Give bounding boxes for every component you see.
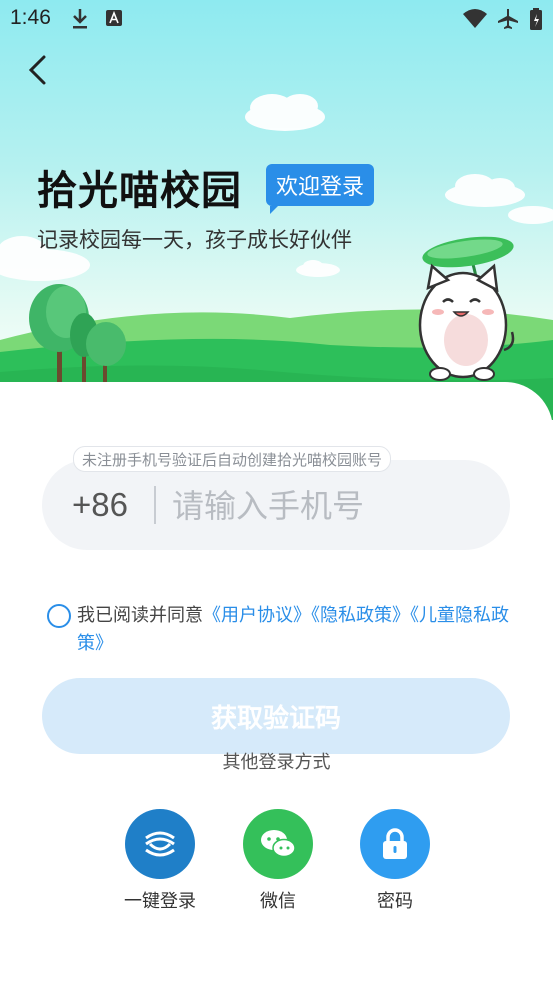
china-mobile-icon[interactable]	[125, 809, 195, 879]
register-hint: 未注册手机号验证后自动创建拾光喵校园账号	[73, 446, 392, 472]
user-agreement-link[interactable]: 《用户协议》	[203, 605, 311, 626]
agreement-prefix: 我已阅读并同意	[77, 605, 203, 626]
lock-icon[interactable]	[360, 809, 430, 879]
battery-icon	[529, 7, 543, 36]
airplane-icon	[496, 7, 520, 36]
font-app-icon	[104, 7, 124, 34]
other-login-label: 其他登录方式	[222, 752, 331, 773]
password-login-label: 密码	[377, 891, 413, 912]
chevron-left-icon	[28, 55, 46, 85]
download-icon	[70, 7, 90, 36]
status-time: 1:46	[10, 6, 51, 29]
app-subtitle: 记录校园每一天，孩子成长好伙伴	[37, 228, 352, 252]
wifi-icon	[462, 7, 488, 36]
privacy-policy-link[interactable]: 《隐私政策》	[311, 605, 410, 626]
one-click-login-option[interactable]: 一键登录	[110, 809, 210, 913]
agreement-checkbox[interactable]	[47, 604, 71, 628]
wechat-login-option[interactable]: 微信	[228, 809, 328, 913]
agreement-text: 我已阅读并同意《用户协议》《隐私政策》《儿童隐私政策》	[77, 602, 517, 658]
phone-input[interactable]	[170, 478, 494, 534]
password-login-option[interactable]: 密码	[345, 809, 445, 913]
country-code[interactable]: +86	[72, 486, 128, 524]
status-bar: 1:46	[0, 0, 553, 38]
back-button[interactable]	[20, 52, 56, 88]
welcome-badge: 欢迎登录	[266, 164, 375, 214]
app-title: 拾光喵校园	[37, 168, 242, 214]
phone-field[interactable]: +86	[42, 460, 510, 550]
hero-banner: 1:46 拾光喵校园 欢迎登录 记录校园每一天，孩子成长好伙伴	[0, 0, 553, 420]
one-click-login-label: 一键登录	[124, 891, 196, 912]
country-code-divider	[154, 486, 156, 524]
wechat-login-label: 微信	[260, 891, 296, 912]
get-code-button[interactable]: 获取验证码	[42, 678, 510, 754]
wechat-icon[interactable]	[243, 809, 313, 879]
